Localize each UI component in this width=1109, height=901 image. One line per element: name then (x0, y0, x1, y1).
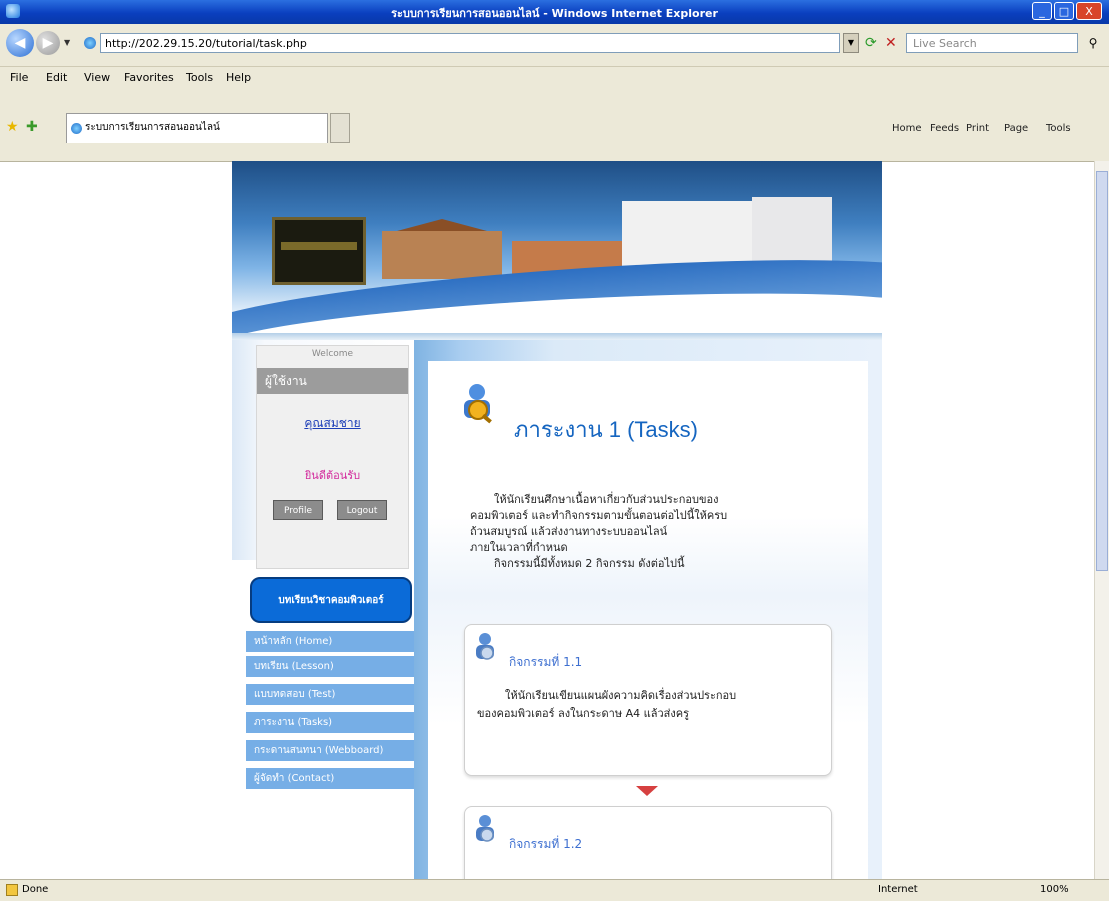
activity-body: ให้นักเรียนเขียนแผนผังความคิดเรื่องส่วนป… (477, 687, 817, 723)
sidebar-item-webboard[interactable]: กระดานสนทนา (Webboard) (246, 740, 414, 762)
status-text: Done (22, 884, 49, 895)
print-command[interactable]: Print (966, 123, 989, 134)
profile-button[interactable]: Profile (273, 500, 323, 520)
vertical-scrollbar[interactable] (1094, 161, 1109, 879)
recent-pages-dropdown[interactable]: ▼ (64, 38, 70, 47)
window-title: ระบบการเรียนการสอนออนไลน์ - Windows Inte… (391, 7, 718, 20)
task-user-icon (464, 384, 492, 424)
status-bar: Done Internet 100% (0, 879, 1109, 901)
refresh-icon[interactable]: ⟳ (865, 34, 883, 52)
add-favorite-icon[interactable]: ✚ (26, 119, 38, 135)
home-command[interactable]: Home (892, 123, 922, 134)
menu-edit[interactable]: Edit (46, 71, 67, 84)
sidebar-item-test[interactable]: แบบทดสอบ (Test) (246, 684, 414, 706)
favorites-star-icon[interactable]: ★ (6, 119, 19, 135)
member-name-link[interactable]: คุณสมชาย (257, 414, 408, 433)
forward-button[interactable]: ▶ (36, 31, 60, 55)
close-button[interactable]: X (1076, 2, 1102, 20)
activity-line: ของคอมพิวเตอร์ ลงในกระดาษ A4 แล้วส่งครู (477, 707, 689, 720)
member-header: ผู้ใช้งาน (257, 368, 408, 394)
activity-line: ให้นักเรียนเขียนแผนผังความคิดเรื่องส่วนป… (505, 689, 737, 702)
menu-tools[interactable]: Tools (186, 71, 213, 84)
window-title-bar: ระบบการเรียนการสอนออนไลน์ - Windows Inte… (0, 0, 1109, 24)
back-button[interactable]: ◀ (6, 29, 34, 57)
page-status-icon (6, 884, 18, 896)
logout-button[interactable]: Logout (337, 500, 387, 520)
sidebar-item-contact[interactable]: ผู้จัดทำ (Contact) (246, 768, 414, 790)
tab-bar: ★ ✚ ระบบการเรียนการสอนออนไลน์ Home Feeds… (0, 89, 1109, 162)
tab-current[interactable]: ระบบการเรียนการสอนออนไลน์ (66, 113, 328, 143)
zoom-level[interactable]: 100% (1040, 884, 1069, 895)
activity-card: กิจกรรมที่ 1.1 ให้นักเรียนเขียนแผนผังควา… (464, 624, 832, 776)
menu-file[interactable]: File (10, 71, 28, 84)
activity-title: กิจกรรมที่ 1.1 (509, 655, 583, 669)
school-sign (272, 217, 366, 285)
course-button[interactable]: บทเรียนวิชาคอมพิวเตอร์ (250, 577, 412, 623)
sidebar-item-home[interactable]: หน้าหลัก (Home) (246, 631, 414, 653)
intro-line: ภายในเวลาที่กำหนด (470, 541, 568, 554)
activity-user-icon (476, 815, 494, 842)
search-icon[interactable]: ⚲ (1082, 33, 1104, 53)
feeds-command[interactable]: Feeds (930, 123, 959, 134)
address-input[interactable]: http://202.29.15.20/tutorial/task.php (100, 33, 840, 53)
site-banner (232, 161, 882, 339)
page-command[interactable]: Page (1004, 123, 1028, 134)
address-toolbar: ◀ ▶ ▼ http://202.29.15.20/tutorial/task.… (0, 24, 1109, 67)
next-arrow-icon (636, 786, 658, 796)
page-title: ภาระงาน 1 (Tasks) (514, 417, 698, 442)
member-box: Welcome ผู้ใช้งาน คุณสมชาย ยินดีต้อนรับ … (256, 345, 409, 569)
member-welcome-text: ยินดีต้อนรับ (304, 469, 361, 482)
address-dropdown-button[interactable]: ▼ (843, 33, 859, 53)
search-input[interactable]: Live Search (906, 33, 1078, 53)
scrollbar-thumb[interactable] (1096, 171, 1108, 571)
minimize-button[interactable]: _ (1032, 2, 1052, 20)
menu-view[interactable]: View (84, 71, 110, 84)
sidebar-item-lesson[interactable]: บทเรียน (Lesson) (246, 656, 414, 678)
intro-line: ถ้วนสมบูรณ์ แล้วส่งงานทางระบบออนไลน์ (470, 525, 668, 538)
activity-title: กิจกรรมที่ 1.2 (509, 837, 583, 851)
security-zone: Internet (878, 884, 918, 895)
stop-icon[interactable]: ✕ (885, 34, 903, 52)
intro-line: ให้นักเรียนศึกษาเนื้อหาเกี่ยวกับส่วนประก… (494, 493, 719, 506)
menu-help[interactable]: Help (226, 71, 251, 84)
page-icon (84, 37, 96, 49)
menu-favorites[interactable]: Favorites (124, 71, 174, 84)
sidebar-item-tasks[interactable]: ภาระงาน (Tasks) (246, 712, 414, 734)
tab-page-icon (71, 123, 82, 134)
intro-line: คอมพิวเตอร์ และทำกิจกรรมตามขั้นตอนต่อไปน… (470, 509, 728, 522)
tools-command[interactable]: Tools (1046, 123, 1071, 134)
task-intro: ให้นักเรียนศึกษาเนื้อหาเกี่ยวกับส่วนประก… (470, 492, 800, 572)
maximize-button[interactable]: □ (1054, 2, 1074, 20)
banner-building (382, 231, 502, 279)
menu-bar: File Edit View Favorites Tools Help (0, 67, 1109, 89)
activity-user-icon (476, 633, 494, 660)
intro-line: กิจกรรมนี้มีทั้งหมด 2 กิจกรรม ดังต่อไปนี… (494, 557, 685, 570)
new-tab-button[interactable] (330, 113, 350, 143)
member-caption: Welcome (311, 349, 354, 359)
tab-title: ระบบการเรียนการสอนออนไลน์ (85, 122, 220, 133)
